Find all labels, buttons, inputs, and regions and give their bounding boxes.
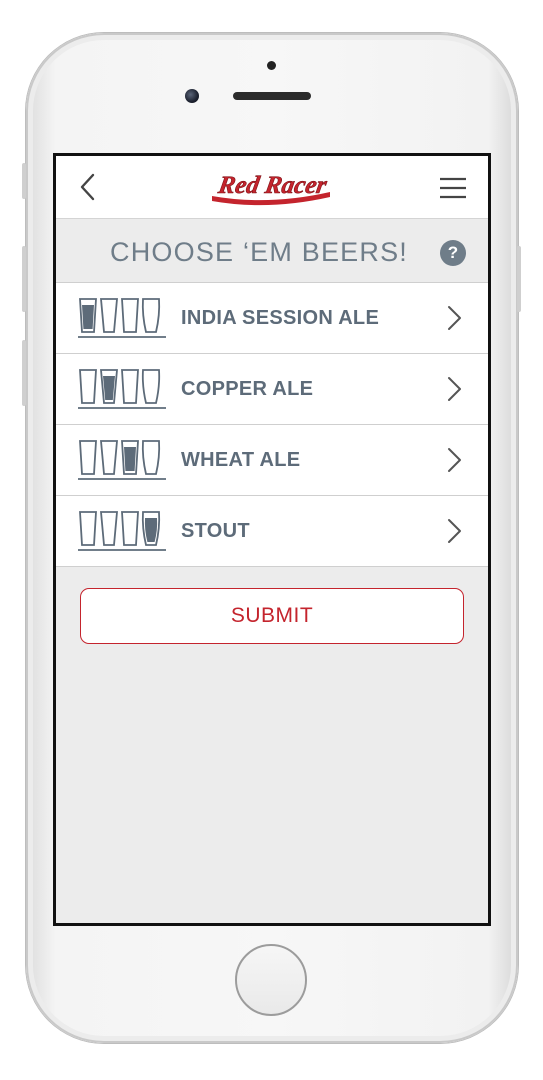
submit-button[interactable]: SUBMIT bbox=[80, 588, 464, 644]
glass-outline bbox=[121, 298, 139, 333]
glass-outline bbox=[79, 369, 97, 404]
mute-switch bbox=[22, 163, 26, 199]
glass-outline bbox=[141, 440, 161, 475]
front-camera bbox=[185, 89, 199, 103]
title-row: CHOOSE ‘EM BEERS! ? bbox=[56, 219, 488, 282]
list-item-india-session-ale[interactable]: INDIA SESSION ALE bbox=[56, 282, 488, 353]
beer-glasses-icon bbox=[78, 298, 166, 338]
hamburger-menu-icon[interactable] bbox=[439, 176, 467, 200]
glass-outline bbox=[121, 511, 139, 546]
beer-label: INDIA SESSION ALE bbox=[181, 307, 380, 329]
home-button[interactable] bbox=[235, 944, 307, 1016]
power-button bbox=[517, 246, 521, 312]
chevron-right-icon bbox=[448, 377, 461, 401]
help-icon[interactable]: ? bbox=[440, 240, 466, 266]
app-screen: Red Racer CHOOSE ‘EM BEERS! ? INDIA SESS… bbox=[53, 153, 491, 926]
list-item-wheat-ale[interactable]: WHEAT ALE bbox=[56, 424, 488, 495]
chevron-right-icon bbox=[448, 448, 461, 472]
list-item-stout[interactable]: STOUT bbox=[56, 495, 488, 567]
glass-fill bbox=[82, 305, 94, 329]
brand-text: Red Racer bbox=[215, 172, 329, 199]
earpiece-speaker bbox=[233, 92, 311, 100]
beer-label: STOUT bbox=[181, 520, 250, 542]
nav-bar: Red Racer bbox=[56, 156, 488, 219]
page-title: CHOOSE ‘EM BEERS! bbox=[110, 237, 408, 267]
beer-label: WHEAT ALE bbox=[181, 449, 301, 471]
chevron-right-icon bbox=[448, 519, 461, 543]
glass-fill bbox=[124, 447, 136, 471]
glass-outline bbox=[79, 440, 97, 475]
beer-list: INDIA SESSION ALE COPPER ALE WHEAT ALE S… bbox=[56, 282, 488, 567]
volume-up-button bbox=[22, 246, 26, 312]
beer-glasses-icon bbox=[78, 440, 166, 480]
glass-fill bbox=[103, 376, 115, 400]
beer-label: COPPER ALE bbox=[181, 378, 314, 400]
glass-outline bbox=[121, 369, 139, 404]
beer-glasses-icon bbox=[78, 511, 166, 551]
glass-outline bbox=[100, 298, 118, 333]
chevron-left-icon[interactable] bbox=[74, 172, 104, 202]
red-racer-logo[interactable]: Red Racer bbox=[208, 166, 334, 208]
glass-outline bbox=[100, 440, 118, 475]
beer-glasses-icon bbox=[78, 369, 166, 409]
list-item-copper-ale[interactable]: COPPER ALE bbox=[56, 353, 488, 424]
glass-outline bbox=[79, 511, 97, 546]
glass-outline bbox=[141, 369, 161, 404]
glass-fill bbox=[144, 518, 158, 542]
proximity-sensor bbox=[267, 61, 276, 70]
glass-outline bbox=[100, 511, 118, 546]
chevron-right-icon bbox=[448, 306, 461, 330]
glass-outline bbox=[141, 298, 161, 333]
volume-down-button bbox=[22, 340, 26, 406]
